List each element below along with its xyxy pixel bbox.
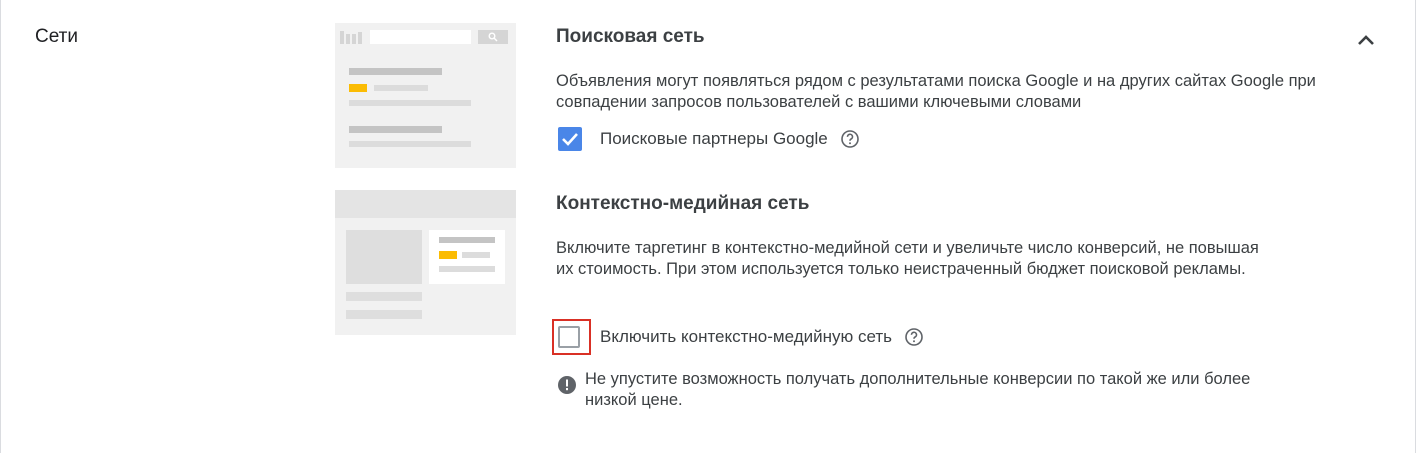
search-partners-label[interactable]: Поисковые партнеры Google — [600, 129, 828, 149]
display-network-label[interactable]: Включить контекстно-медийную сеть — [600, 327, 892, 347]
networks-panel: Сети Поисковая сеть Объявления могут поя… — [0, 0, 1416, 453]
search-network-description: Объявления могут появляться рядом с резу… — [556, 72, 1316, 111]
notice-text: Не упустите возможность получать дополни… — [585, 370, 1251, 409]
search-partners-option: Поисковые партнеры Google — [558, 127, 860, 151]
display-ad-box — [429, 230, 505, 284]
section-title: Сети — [35, 26, 78, 47]
search-bar-placeholder — [370, 30, 471, 44]
chevron-up-icon — [1358, 35, 1374, 45]
opportunity-notice: Не упустите возможность получать дополни… — [557, 369, 1305, 411]
ad-badge — [349, 84, 367, 92]
search-button-placeholder — [478, 30, 508, 44]
display-network-illustration — [335, 190, 516, 335]
search-partners-checkbox[interactable] — [558, 127, 582, 151]
help-circle-icon[interactable] — [840, 129, 860, 149]
content-image-placeholder — [346, 230, 422, 284]
search-icon — [488, 32, 498, 42]
display-network-title: Контекстно-медийная сеть — [556, 193, 810, 214]
display-network-option: Включить контекстно-медийную сеть — [558, 326, 924, 348]
check-icon — [562, 133, 578, 146]
collapse-button[interactable] — [1351, 26, 1381, 54]
info-filled-icon — [558, 376, 576, 394]
search-network-illustration — [335, 23, 516, 168]
ad-badge — [439, 251, 457, 259]
display-network-checkbox[interactable] — [558, 326, 580, 348]
help-circle-icon[interactable] — [904, 327, 924, 347]
search-network-title: Поисковая сеть — [556, 26, 705, 47]
display-network-description: Включите таргетинг в контекстно-медийной… — [556, 239, 1259, 278]
logo-placeholder — [340, 30, 364, 44]
